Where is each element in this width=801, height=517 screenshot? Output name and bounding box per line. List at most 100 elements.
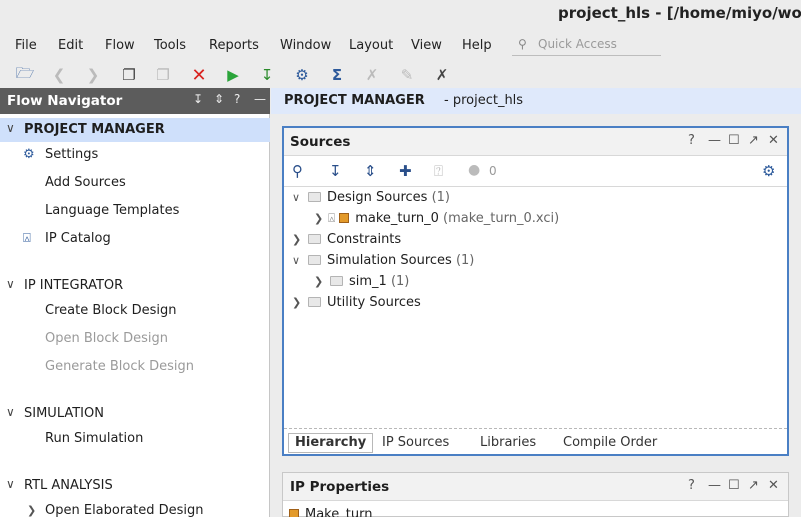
ip-properties-item: Make_turn: [289, 507, 372, 517]
gear-icon: ⚙: [23, 147, 35, 162]
main-toolbar: 🗁 ❮ ❯ ❐ ❐ ✕ ▶ ↧ ⚙ Σ ✗ ✎ ✗: [0, 62, 801, 88]
menu-file[interactable]: File: [15, 38, 37, 53]
minimize-icon[interactable]: —: [254, 92, 266, 106]
tab-ip-sources[interactable]: IP Sources: [376, 434, 455, 454]
nav-section-ip-integrator[interactable]: ∨ IP INTEGRATOR: [0, 274, 270, 298]
nav-item-label: Create Block Design: [45, 303, 177, 318]
folder-icon: [330, 276, 343, 286]
settings-icon[interactable]: ⚙: [291, 64, 313, 86]
tree-label: Design Sources: [327, 190, 428, 205]
tree-label: Utility Sources: [327, 295, 421, 310]
undo-icon[interactable]: ❮: [48, 64, 70, 86]
help-icon[interactable]: ?: [688, 478, 695, 493]
open-folder-icon[interactable]: 🗁: [14, 64, 36, 86]
tree-label: Constraints: [327, 232, 402, 247]
chevron-right-icon: ❯: [292, 233, 302, 246]
help-icon[interactable]: ?: [234, 92, 240, 106]
nav-item-language-templates[interactable]: Language Templates: [0, 199, 270, 223]
float-icon[interactable]: ↗: [748, 133, 759, 148]
nav-section-rtl-analysis[interactable]: ∨ RTL ANALYSIS: [0, 474, 270, 498]
tree-node-simulation-sources[interactable]: ∨ Simulation Sources (1): [292, 253, 474, 273]
menu-flow[interactable]: Flow: [105, 38, 135, 53]
nav-section-project-manager[interactable]: ∨ PROJECT MANAGER: [0, 118, 270, 142]
expand-all-icon[interactable]: ⇕: [364, 162, 377, 180]
nav-item-ip-catalog[interactable]: ⍓ IP Catalog: [0, 227, 270, 251]
ip-port-icon: ⍓: [328, 211, 336, 225]
nav-item-create-block-design[interactable]: Create Block Design: [0, 299, 270, 323]
cross-tool-icon[interactable]: ✗: [431, 64, 453, 86]
tree-label: Simulation Sources: [327, 253, 452, 268]
menu-reports[interactable]: Reports: [209, 38, 259, 53]
maximize-icon[interactable]: ☐: [728, 478, 740, 493]
sources-toolbar: ⚲ ↧ ⇕ ✚ ⍰ ● 0 ⚙: [284, 157, 787, 187]
copy-icon[interactable]: ❐: [118, 64, 140, 86]
nav-item-label: Open Elaborated Design: [45, 503, 204, 517]
quick-access-placeholder: Quick Access: [538, 37, 617, 51]
close-icon[interactable]: ✕: [768, 478, 779, 493]
collapse-all-icon[interactable]: ↧: [193, 92, 203, 106]
title-bar: project_hls - [/home/miyo/wor: [0, 0, 801, 30]
menu-window[interactable]: Window: [280, 38, 331, 53]
tree-node-design-sources[interactable]: ∨ Design Sources (1): [292, 190, 450, 210]
section-label: RTL ANALYSIS: [24, 478, 113, 493]
disabled-edit-icon[interactable]: ✎: [396, 64, 418, 86]
nav-item-label: Open Block Design: [45, 331, 169, 346]
nav-section-simulation[interactable]: ∨ SIMULATION: [0, 402, 270, 426]
run-icon[interactable]: ▶: [222, 64, 244, 86]
tab-compile-order[interactable]: Compile Order: [557, 434, 663, 454]
nav-item-generate-block-design[interactable]: Generate Block Design: [0, 355, 270, 379]
settings-icon[interactable]: ⚙: [762, 162, 775, 180]
nav-item-settings[interactable]: ⚙ Settings: [0, 143, 270, 167]
folder-icon: [308, 297, 321, 307]
flow-navigator-header: Flow Navigator ↧ ⇕ ? —: [0, 88, 270, 114]
nav-item-open-elaborated-design[interactable]: ❯ Open Elaborated Design: [0, 499, 270, 517]
ip-core-icon: [339, 213, 350, 223]
close-icon[interactable]: ✕: [768, 133, 779, 148]
folder-icon: [308, 192, 321, 202]
menu-tools[interactable]: Tools: [154, 38, 186, 53]
unknown-source-icon[interactable]: ⍰: [434, 162, 443, 180]
tree-node-utility-sources[interactable]: ❯ Utility Sources: [292, 295, 421, 315]
expand-all-icon[interactable]: ⇕: [214, 92, 224, 106]
disabled-tool-icon[interactable]: ✗: [361, 64, 383, 86]
nav-item-run-simulation[interactable]: Run Simulation: [0, 427, 270, 451]
tab-hierarchy[interactable]: Hierarchy: [288, 433, 374, 453]
menu-layout[interactable]: Layout: [349, 38, 393, 53]
project-manager-header: PROJECT MANAGER - project_hls: [271, 88, 801, 114]
nav-item-label: Run Simulation: [45, 431, 144, 446]
sigma-icon[interactable]: Σ: [326, 64, 348, 86]
chevron-right-icon: ❯: [292, 296, 302, 309]
help-icon[interactable]: ?: [688, 133, 695, 148]
delete-icon[interactable]: ✕: [188, 64, 210, 86]
redo-icon[interactable]: ❯: [82, 64, 104, 86]
ip-item-label: Make_turn: [305, 507, 373, 517]
project-name: - project_hls: [444, 93, 524, 108]
tree-label: make_turn_0: [355, 211, 439, 226]
tree-node-sim-1[interactable]: ❯ sim_1 (1): [314, 274, 409, 294]
chevron-down-icon: ∨: [6, 277, 15, 291]
folder-icon: [308, 255, 321, 265]
menu-help[interactable]: Help: [462, 38, 492, 53]
maximize-icon[interactable]: ☐: [728, 133, 740, 148]
project-manager-label: PROJECT MANAGER: [284, 93, 425, 108]
tree-node-make-turn[interactable]: ❯ ⍓ make_turn_0 (make_turn_0.xci): [314, 211, 559, 231]
add-sources-icon[interactable]: ✚: [399, 162, 412, 180]
tab-libraries[interactable]: Libraries: [474, 434, 542, 454]
nav-item-open-block-design[interactable]: Open Block Design: [0, 327, 270, 351]
quick-access-input[interactable]: ⚲ Quick Access: [512, 36, 661, 56]
menu-view[interactable]: View: [411, 38, 442, 53]
collapse-all-icon[interactable]: ↧: [329, 162, 342, 180]
paste-icon[interactable]: ❐: [152, 64, 174, 86]
search-icon[interactable]: ⚲: [292, 162, 303, 180]
minimize-icon[interactable]: —: [708, 478, 721, 493]
ip-core-icon: [289, 509, 299, 517]
menu-edit[interactable]: Edit: [58, 38, 83, 53]
float-icon[interactable]: ↗: [748, 478, 759, 493]
tree-detail: (make_turn_0.xci): [443, 211, 560, 226]
tree-node-constraints[interactable]: ❯ Constraints: [292, 232, 401, 252]
chevron-down-icon: ∨: [292, 191, 301, 204]
minimize-icon[interactable]: —: [708, 133, 721, 148]
program-device-icon[interactable]: ↧: [256, 64, 278, 86]
nav-item-add-sources[interactable]: Add Sources: [0, 171, 270, 195]
flow-navigator: Flow Navigator ↧ ⇕ ? — ∨ PROJECT MANAGER…: [0, 88, 270, 517]
